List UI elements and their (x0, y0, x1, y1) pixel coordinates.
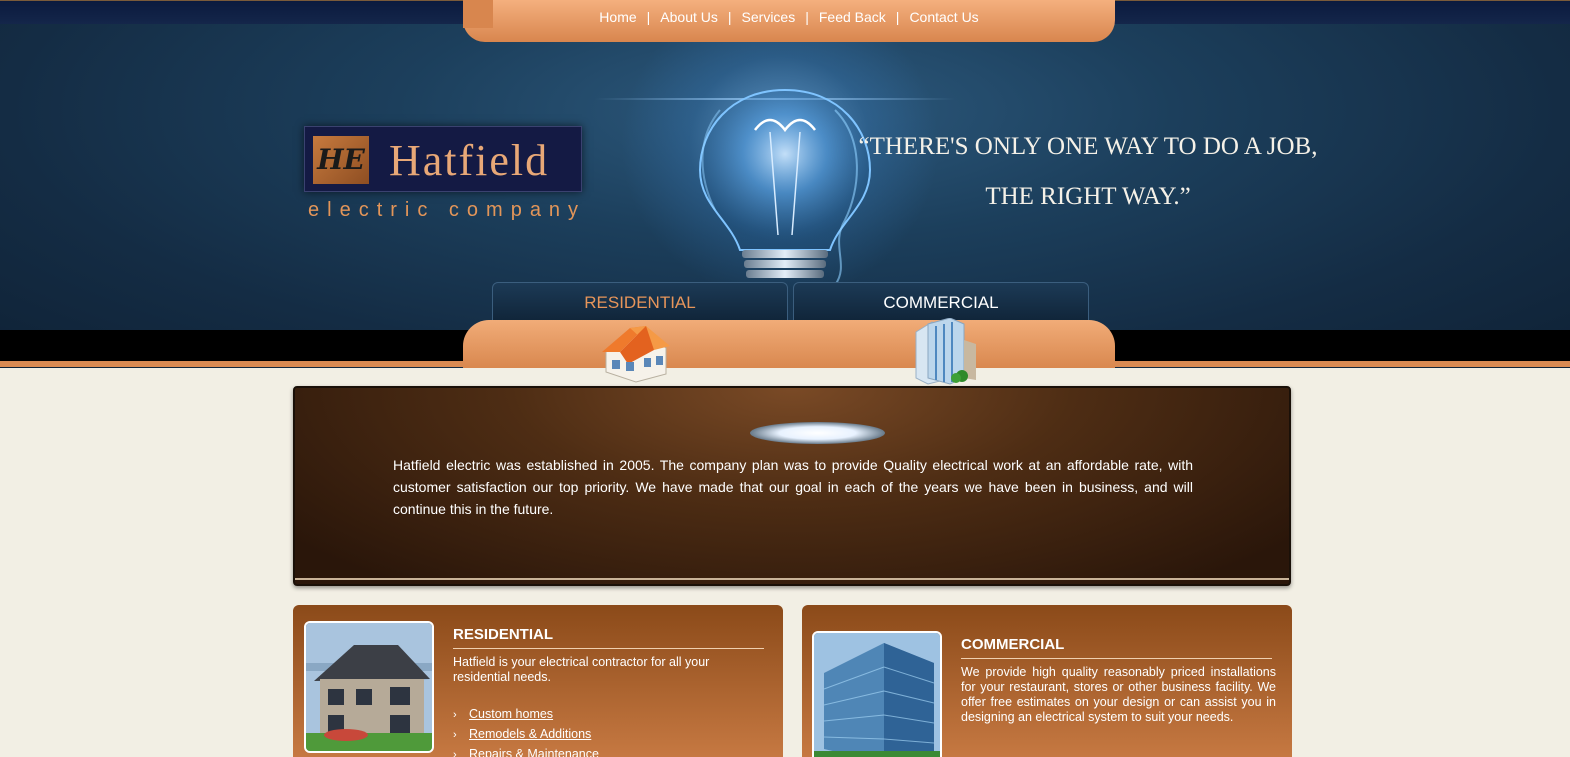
commercial-title-rule (961, 658, 1272, 659)
commercial-title: COMMERCIAL (961, 636, 1065, 653)
residential-links: › Custom homes › Remodels & Additions › Rep… (453, 707, 599, 757)
commercial-description: We provide high quality reasonably price… (961, 665, 1276, 724)
nav-contact-us[interactable]: Contact Us (909, 9, 978, 25)
nav-separator: | (805, 9, 809, 25)
office-building-icon[interactable] (910, 318, 986, 386)
residential-description: Hatfield is your electrical contractor f… (453, 655, 710, 684)
house-icon[interactable] (600, 322, 672, 384)
nav-feed-back[interactable]: Feed Back (819, 9, 886, 25)
tab-commercial[interactable]: COMMERCIAL (793, 282, 1089, 322)
chevron-right-icon: › (453, 749, 457, 757)
commercial-card: COMMERCIAL We provide high quality reaso… (802, 605, 1292, 757)
chevron-right-icon: › (453, 729, 457, 741)
nav-about-us[interactable]: About Us (660, 9, 718, 25)
nav-separator: | (895, 9, 900, 25)
residential-card: RESIDENTIAL Hatfield is your electrical … (293, 605, 783, 757)
logo-subtitle: electric company (308, 199, 587, 221)
link-custom-homes[interactable]: Custom homes (469, 707, 553, 721)
ceiling-light-icon (750, 422, 885, 444)
nav-services[interactable]: Services (742, 9, 796, 25)
list-item: › Repairs & Maintenance (453, 747, 599, 757)
list-item: › Remodels & Additions (453, 727, 599, 743)
site-header: HE Hatfield electric company “THERE'S ON… (0, 0, 1570, 368)
quote-line-1: “THERE'S ONLY ONE WAY TO DO A JOB, (858, 133, 1318, 160)
nav-separator: | (646, 9, 651, 25)
residential-title: RESIDENTIAL (453, 626, 554, 643)
logo-monogram: HE (313, 136, 369, 184)
main-nav: Home | About Us | Services | Feed Back | Contact… (463, 9, 1115, 25)
about-paragraph: Hatfield electric was established in 200… (393, 457, 1193, 517)
category-icon-bar (463, 320, 1115, 368)
commercial-building-photo[interactable] (812, 631, 942, 757)
list-item: › Custom homes (453, 707, 599, 723)
residential-title-rule (453, 648, 764, 649)
hero-divider (295, 578, 1289, 580)
tab-residential[interactable]: RESIDENTIAL (492, 282, 788, 322)
chevron-right-icon: › (453, 709, 457, 721)
nav-home[interactable]: Home (599, 9, 636, 25)
quote-line-2: THE RIGHT WAY.” (985, 183, 1191, 210)
company-logo[interactable]: HE Hatfield (304, 126, 582, 192)
about-hero-panel: Hatfield electric was established in 200… (293, 386, 1291, 586)
residential-house-photo[interactable] (304, 621, 434, 753)
logo-name: Hatfield (389, 136, 550, 185)
nav-separator: | (727, 9, 732, 25)
link-remodels-additions[interactable]: Remodels & Additions (469, 727, 591, 741)
header-quote: “THERE'S ONLY ONE WAY TO DO A JOB, THE R… (858, 122, 1318, 222)
link-repairs-maintenance[interactable]: Repairs & Maintenance (469, 747, 599, 757)
